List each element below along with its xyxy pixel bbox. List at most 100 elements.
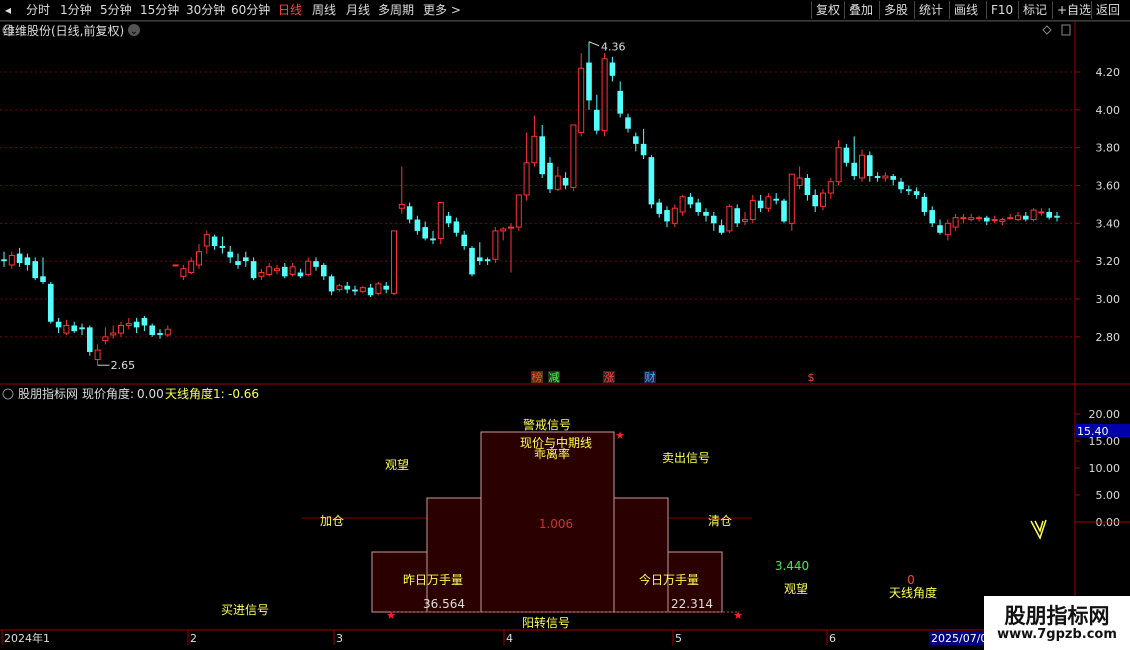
add-position-label: 加仓 [320, 514, 344, 528]
candle-down [929, 210, 935, 224]
today-value-label: 22.314 [671, 597, 713, 611]
candle-down [617, 90, 623, 114]
candle-down [937, 225, 943, 233]
time-axis-label: 4 [506, 632, 513, 645]
price-panel-title: 维维股份(日线,前复权) [3, 23, 124, 38]
clear-position-label: 清仓 [708, 514, 732, 528]
candle-up [991, 219, 998, 222]
candle-down [328, 276, 335, 292]
time-axis-label: 6 [829, 632, 836, 645]
warning-signal-label: 警戒信号 [523, 417, 571, 432]
candle-down [227, 251, 233, 258]
candle-down [313, 261, 319, 267]
candle-down [906, 189, 912, 192]
high-marker-line [588, 41, 600, 47]
time-axis-label: 5 [675, 632, 682, 645]
candle-down [594, 109, 600, 131]
candle-down [40, 276, 46, 282]
candle-up [180, 268, 187, 277]
candle-up [1038, 211, 1045, 214]
candle-down [867, 155, 873, 177]
candle-up [671, 207, 678, 224]
indicator-settings-icon[interactable] [2, 388, 14, 400]
indicator-tick-label: 5.00 [1096, 489, 1121, 502]
candle-down [656, 202, 662, 214]
candle-down [890, 176, 896, 180]
indicator-title: 股朋指标网 [18, 386, 78, 401]
candle-up [118, 324, 124, 334]
candle-up [375, 283, 382, 294]
signal-glyph-icon [1030, 519, 1047, 540]
candle-down [562, 177, 569, 186]
price-tick-label: 4.20 [1096, 66, 1121, 79]
candle-up [515, 194, 522, 228]
candle-up [437, 202, 444, 239]
candle-up [258, 272, 265, 277]
candle-down [586, 62, 592, 101]
indicator-item2-value: -0.66 [228, 387, 259, 401]
center-value-label: 1.006 [539, 517, 573, 531]
candle-down [282, 266, 288, 277]
candle-down [1, 259, 7, 262]
candle-down [55, 321, 62, 328]
candle-up [765, 196, 772, 209]
price-tick-label: 3.60 [1096, 180, 1121, 193]
candle-up [976, 217, 982, 220]
candle-down [32, 261, 38, 279]
event-marker-3: 财 [645, 370, 656, 384]
watch-label-right: 观望 [784, 582, 808, 596]
panel-maximize-icon[interactable] [1061, 24, 1071, 36]
candle-down [453, 221, 460, 233]
candle-down [984, 217, 990, 222]
candle-down [367, 287, 374, 296]
today-volume-label: 今日万手量 [639, 572, 699, 587]
candle-up [196, 251, 202, 266]
low-price-label: 2.65 [111, 359, 136, 372]
candle-down [87, 327, 93, 352]
candle-up [203, 234, 210, 247]
candle-down [157, 333, 163, 335]
candle-down [149, 325, 155, 335]
watch-label-left: 观望 [385, 458, 409, 472]
candle-down [133, 321, 140, 328]
watermark-url: www.7gpzb.com [997, 627, 1117, 642]
candle-down [633, 136, 639, 144]
candle-down [297, 272, 304, 277]
candle-up [523, 162, 530, 196]
candle-down [898, 181, 904, 190]
candle-up [188, 260, 195, 274]
price-tick-label: 3.40 [1096, 217, 1121, 230]
candle-down [812, 194, 818, 207]
candle-up [554, 175, 561, 190]
candle-down [461, 234, 467, 247]
price-tick-label: 3.80 [1096, 142, 1121, 155]
event-marker-4: $ [808, 371, 815, 384]
bounce-signal-label: 阳转信号 [522, 615, 570, 630]
candle-down [913, 191, 920, 195]
chevron-down-icon: ⌄ [130, 26, 138, 37]
watermark-title: 股朋指标网 [1004, 604, 1110, 628]
candle-up [164, 328, 171, 336]
candle-down [1046, 211, 1052, 218]
candle-up [359, 287, 366, 292]
candle-up [63, 324, 70, 334]
time-axis-label: 3 [336, 632, 343, 645]
indicator-bar-1 [426, 497, 482, 613]
candle-down [235, 261, 241, 265]
candle-up [578, 67, 585, 134]
candle-down [711, 215, 717, 224]
candle-down [718, 225, 725, 233]
candle-down [445, 215, 452, 224]
candle-up [492, 230, 499, 260]
price-tick-label: 2.80 [1096, 331, 1121, 344]
candle-up [601, 58, 608, 132]
time-cursor-label: 2025/07/0 [931, 632, 987, 645]
candle-up [391, 230, 397, 294]
candle-down [874, 176, 881, 178]
candle-up [788, 173, 795, 224]
candle-down [141, 317, 148, 326]
candle-up [679, 196, 686, 213]
diamond-icon[interactable] [1042, 25, 1052, 35]
candle-down [609, 62, 616, 76]
candle-down [79, 327, 85, 330]
